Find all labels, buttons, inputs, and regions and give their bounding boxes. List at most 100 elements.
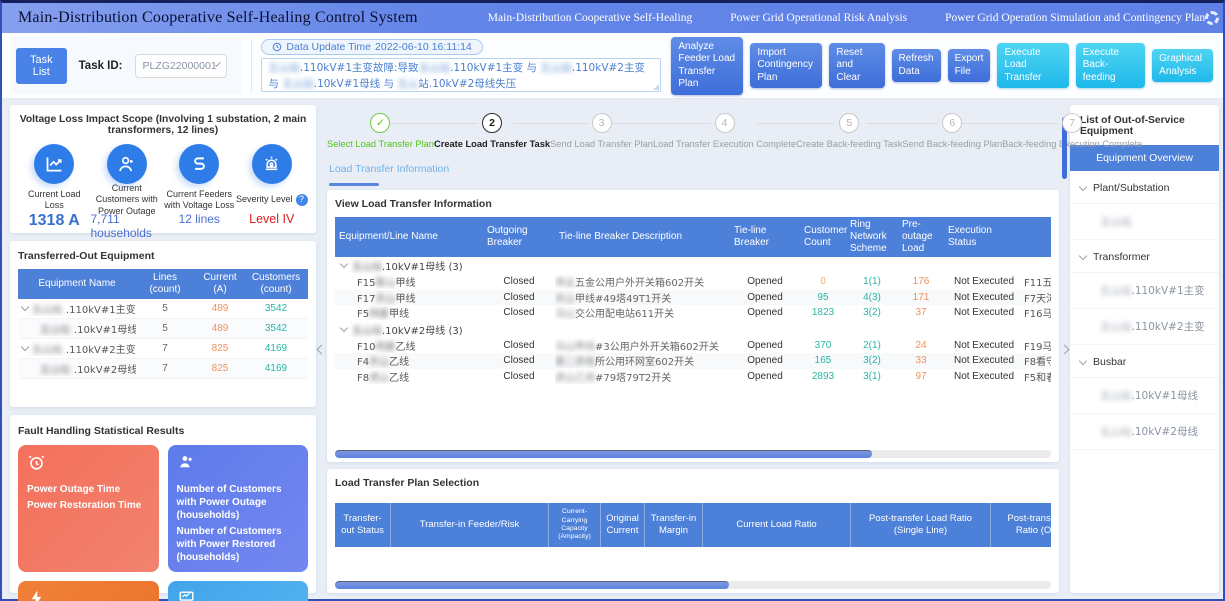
pre-outage-load: 97 [898,371,944,382]
customer-count: 165 [800,355,846,366]
group-row-busbar1[interactable]: 五山站.10kV#1母线 (3) [335,257,1051,274]
expand-caret-icon[interactable] [340,323,348,331]
tie-breaker-state: Opened [730,307,800,318]
col-customers-count: Customers (count) [246,270,306,298]
horizontal-scrollbar [335,450,1051,458]
customers-value: 3542 [246,303,306,314]
transfer-target: F16马 [1024,305,1051,320]
tree-group-substation[interactable]: Plant/Substation [1070,171,1219,204]
fault-text: 站.10kV#2母线失压 [418,78,516,90]
current-value: 489 [194,303,246,314]
breaker-desc: 甲线#49塔49T1开关 [575,294,671,305]
fault-description-textarea[interactable]: 五山站.110kV#1主变故障:导致五山站.110kV#1主变 与 五山站.11… [261,58,661,92]
customer-count: 0 [800,276,846,287]
graphical-analysis-button[interactable]: Graphical Analysis [1152,49,1213,82]
collapse-left-icon[interactable] [317,344,327,354]
fault-text: .110kV#1主变 与 [450,62,540,74]
col-ring-network: Ring Network Scheme [846,217,898,257]
app-root: Main-Distribution Cooperative Self-Heali… [0,0,1225,601]
group-row-busbar2[interactable]: 五山站.10kV#2母线 (3) [335,321,1051,338]
pre-outage-load: 176 [898,276,944,287]
tree-item-transformer2[interactable]: 五山站.110kV#2主变 [1070,309,1219,345]
tree-item-transformer1[interactable]: 五山站.110kV#1主变 [1070,273,1219,309]
step-label: Back-feeding Execution Complete [1002,139,1142,149]
step-label: Create Back-feeding Task [796,139,902,149]
process-stepper: ✓ Select Load Transfer Plan 2 Create Loa… [327,113,1059,149]
load-loss-chart-icon [34,144,74,184]
analyze-feeder-plan-button[interactable]: Analyze Feeder Load Transfer Plan [671,37,743,95]
help-icon[interactable]: ? [296,194,308,206]
col-tie-line-breaker: Tie-line Breaker [730,223,800,251]
col-transfer-out-status: Transfer-out Status [335,503,391,547]
table-row[interactable]: F5网厦甲线 Closed 马山交公用配电站611开关 Opened 1823 … [335,305,1051,321]
scrollbar-thumb[interactable] [335,450,872,458]
tree-item-station[interactable]: 五山站 [1070,204,1219,240]
outgoing-breaker-state: Closed [483,340,555,351]
customers-icon [177,453,196,472]
col-equipment-line-name: Equipment/Line Name [335,229,483,245]
tree-group-transformer[interactable]: Transformer [1070,240,1219,273]
nav-risk-analysis[interactable]: Power Grid Operational Risk Analysis [730,12,907,24]
ring-scheme: 2(1) [846,340,898,351]
current-value: 825 [194,343,246,354]
step-number: 5 [839,113,859,133]
expand-caret-icon[interactable] [340,260,348,268]
task-list-button[interactable]: Task List [16,48,67,84]
check-icon: ✓ [370,113,390,133]
group-count: (3) [448,262,462,273]
expand-caret-icon[interactable] [21,303,29,311]
table-row[interactable]: 五山站.10kV#2母线 7 825 4169 [18,359,308,379]
expand-caret-icon [1079,251,1087,259]
load-transfer-table: Equipment/Line Name Outgoing Breaker Tie… [335,217,1051,446]
table-header: Transfer-out Status Transfer-in Feeder/R… [335,503,1051,547]
step-label: Send Load Transfer Plan [550,139,653,149]
line-name: 甲线 [389,309,409,320]
tree-group-busbar[interactable]: Busbar [1070,345,1219,378]
execute-back-feeding-button[interactable]: Execute Back-feeding [1076,43,1145,89]
severity-label: Severity Level [236,194,293,205]
col-outgoing-breaker: Outgoing Breaker [483,223,555,251]
nav-simulation-contingency[interactable]: Power Grid Operation Simulation and Cont… [945,12,1205,24]
line-id: F17 [357,294,375,305]
fault-stats-title: Fault Handling Statistical Results [18,425,308,437]
line-name: 乙线 [389,357,409,368]
tab-load-transfer-information[interactable]: Load Transfer Information [329,163,449,175]
customer-count: 1823 [800,307,846,318]
import-contingency-plan-button[interactable]: Import Contingency Plan [750,43,822,89]
top-right-controls: ceshi [1205,8,1225,28]
table-row[interactable]: F15联山甲线 Closed 伟业五金公用户外开关箱602开关 Opened 0… [335,274,1051,290]
execute-load-transfer-button[interactable]: Execute Load Transfer [997,43,1068,89]
step-label: Send Back-feeding Plan [902,139,1002,149]
table-row[interactable]: F17天山甲线 Closed 天山甲线#49塔49T1开关 Opened 95 … [335,290,1051,306]
group-label: Transformer [1093,251,1150,263]
scrollbar-thumb[interactable] [335,581,729,589]
step-select-plan: ✓ Select Load Transfer Plan [327,113,434,149]
tree-item-busbar1[interactable]: 五山站.10kV#1母线 [1070,378,1219,414]
step-number: 4 [715,113,735,133]
collapse-right-icon[interactable] [1060,344,1070,354]
reset-and-clear-button[interactable]: Reset and Clear [829,43,884,89]
table-row[interactable]: F4天山乙线 Closed 第二供电所公用环网室602开关 Opened 165… [335,353,1051,369]
export-file-button[interactable]: Export File [948,49,991,82]
customers-value: 3542 [246,323,306,334]
stat-value: 12 lines [179,212,220,226]
table-row[interactable]: F10网厦乙线 Closed 马山甲线#3公用户外开关箱602开关 Opened… [335,338,1051,354]
transfer-target: F11五 [1024,274,1051,289]
redacted-text: 网厦 [375,342,395,353]
horizontal-scrollbar [335,581,1051,589]
gear-icon[interactable] [1205,11,1219,25]
redacted-station: 五山站 [1100,216,1132,228]
task-id-select[interactable]: PLZG22000001 [135,54,227,78]
tree-item-busbar2[interactable]: 五山站.10kV#2母线 [1070,414,1219,450]
stat-label: Current Feeders with Voltage Loss [163,189,236,211]
redacted-station: 五山站 [1100,285,1132,297]
table-row[interactable]: 五山站.10kV#1母线 5 489 3542 [18,319,308,339]
table-row[interactable]: 五山站.110kV#2主变 7 825 4169 [18,339,308,359]
customers-value: 4169 [246,363,306,374]
table-row[interactable]: F8虎山乙线 Closed 虎山乙线#79塔79T2开关 Opened 2893… [335,369,1051,385]
expand-caret-icon[interactable] [21,343,29,351]
table-row[interactable]: 五山站.110kV#1主变 5 489 3542 [18,299,308,319]
stat-feeders-voltage-loss: Current Feeders with Voltage Loss 12 lin… [163,144,236,240]
refresh-data-button[interactable]: Refresh Data [892,49,941,82]
nav-main-distribution[interactable]: Main-Distribution Cooperative Self-Heali… [488,12,692,24]
